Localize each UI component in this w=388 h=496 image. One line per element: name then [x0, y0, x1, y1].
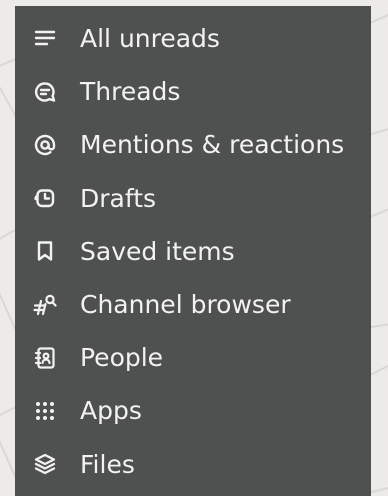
- sidebar-item-mentions-reactions[interactable]: Mentions & reactions: [15, 118, 371, 171]
- sidebar-item-label: Mentions & reactions: [80, 130, 345, 160]
- sidebar-item-channel-browser[interactable]: Channel browser: [15, 278, 371, 331]
- contacts-book-icon: [32, 345, 58, 371]
- bookmark-icon: [32, 238, 58, 264]
- sidebar-item-apps[interactable]: Apps: [15, 384, 371, 437]
- sidebar-item-label: Apps: [80, 396, 142, 426]
- at-sign-icon: [32, 132, 58, 158]
- sidebar-item-label: Drafts: [80, 183, 157, 213]
- sidebar-item-saved-items[interactable]: Saved items: [15, 225, 371, 278]
- layers-icon: [32, 451, 58, 477]
- sidebar-item-label: All unreads: [80, 24, 220, 54]
- sidebar-item-people[interactable]: People: [15, 331, 371, 384]
- drafts-icon: [32, 185, 58, 211]
- sidebar-item-label: People: [80, 343, 164, 373]
- sidebar-item-threads[interactable]: Threads: [15, 65, 371, 118]
- sidebar-item-all-unreads[interactable]: All unreads: [15, 12, 371, 65]
- sidebar-item-label: Files: [80, 449, 135, 479]
- sidebar-item-label: Channel browser: [80, 290, 291, 320]
- sidebar-item-label: Threads: [80, 77, 181, 107]
- thread-bubble-icon: [32, 79, 58, 105]
- grid-dots-icon: [32, 398, 58, 424]
- sidebar-menu: All unreads Threads Mentions & reactions…: [15, 6, 371, 496]
- sidebar-item-label: Saved items: [80, 236, 235, 266]
- sidebar-item-files[interactable]: Files: [15, 438, 371, 491]
- sidebar-item-drafts[interactable]: Drafts: [15, 172, 371, 225]
- channel-search-icon: [32, 292, 58, 318]
- lines-icon: [32, 26, 58, 52]
